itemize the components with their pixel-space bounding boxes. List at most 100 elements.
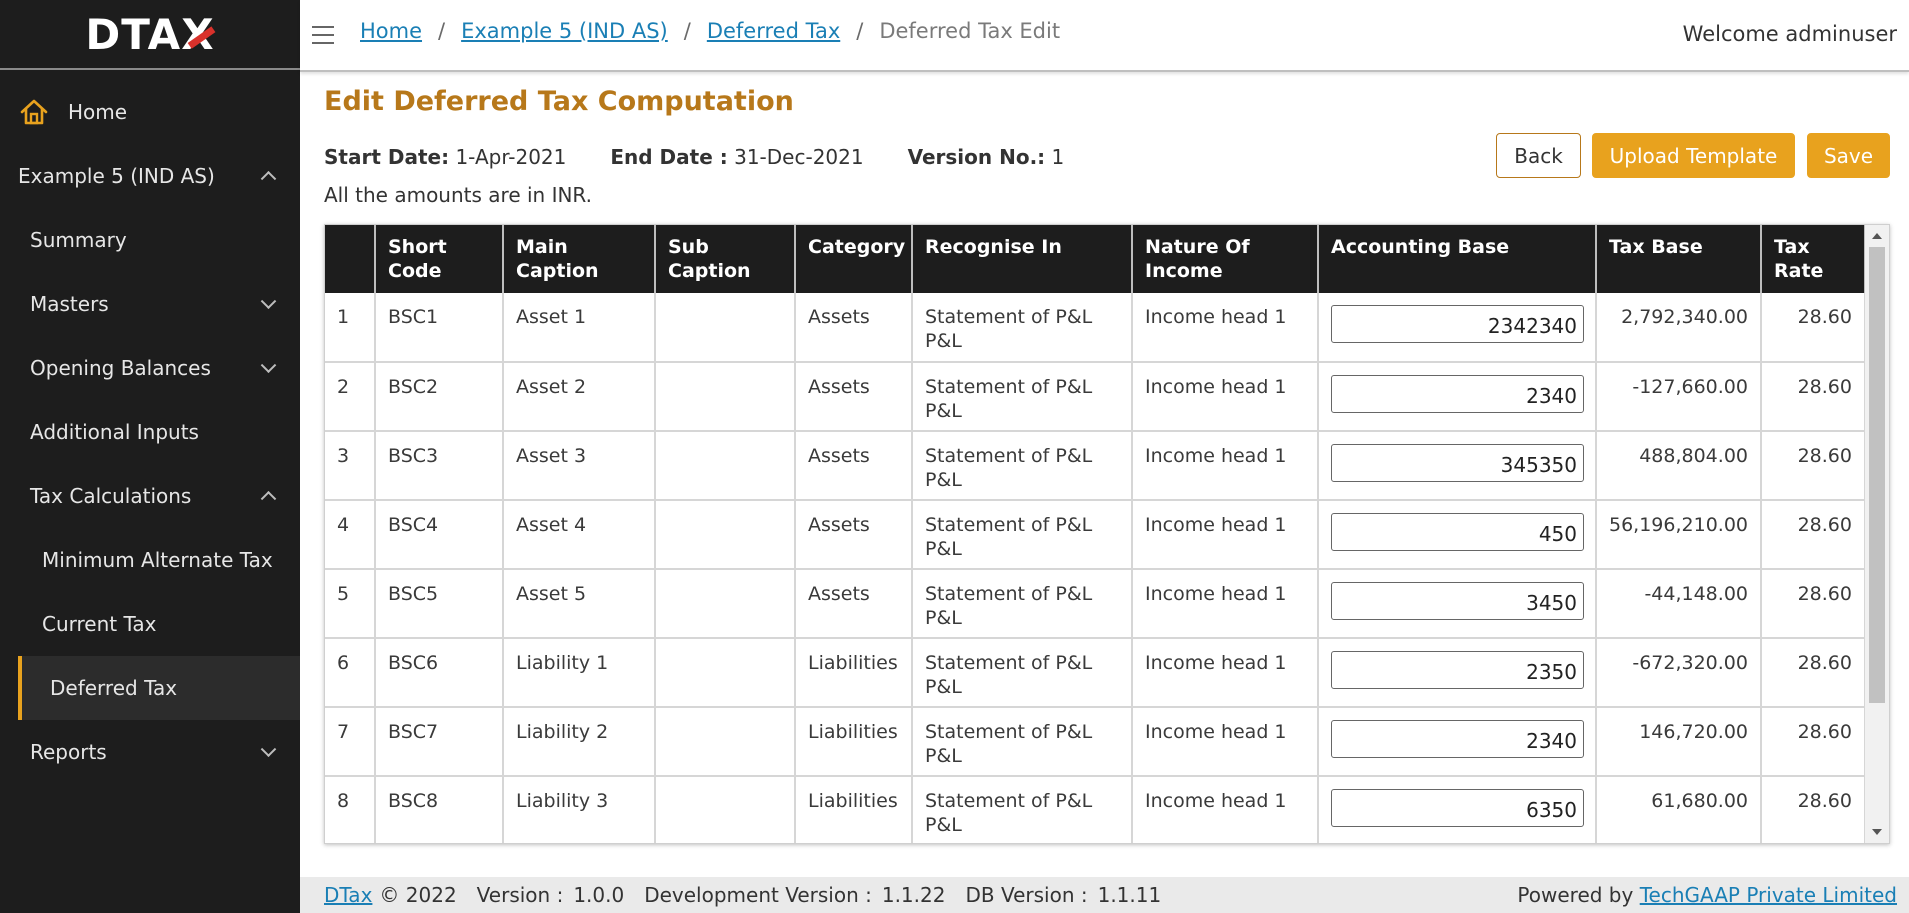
sidebar: DTAX Home Example 5 (IND AS) Summary Mas… bbox=[0, 0, 300, 913]
upload-template-button[interactable]: Upload Template bbox=[1592, 133, 1795, 178]
table-row: 8 BSC8 Liability 3 Liabilities Statement of … bbox=[325, 776, 1866, 843]
breadcrumb: Home / Example 5 (IND AS) / Deferred Tax… bbox=[360, 19, 1060, 43]
accounting-base-input[interactable] bbox=[1331, 444, 1584, 482]
breadcrumb-separator: / bbox=[438, 19, 446, 43]
accounting-base-input[interactable] bbox=[1331, 789, 1584, 827]
sidebar-item-minimum-alternate-tax[interactable]: Minimum Alternate Tax bbox=[0, 528, 300, 592]
chevron-down-icon bbox=[260, 357, 277, 374]
tax-base-cell: 56,196,210.00 bbox=[1596, 500, 1762, 570]
logo[interactable]: DTAX bbox=[85, 10, 214, 59]
accounting-base-cell bbox=[1318, 362, 1597, 432]
accounting-base-input[interactable] bbox=[1331, 720, 1584, 758]
tax-base-cell: -44,148.00 bbox=[1596, 569, 1762, 639]
row-index-cell: 7 bbox=[325, 707, 376, 777]
sub-caption-cell bbox=[655, 638, 796, 708]
back-button[interactable]: Back bbox=[1496, 133, 1581, 178]
table-scrollbar[interactable] bbox=[1865, 225, 1889, 843]
scroll-down-icon[interactable] bbox=[1872, 829, 1882, 835]
sidebar-item-reports[interactable]: Reports bbox=[0, 720, 300, 784]
row-index-cell: 2 bbox=[325, 362, 376, 432]
chevron-up-icon bbox=[260, 170, 277, 187]
recognise-in-cell: Statement of P&L P&L bbox=[912, 569, 1133, 639]
nature-of-income-cell: Income head 1 bbox=[1132, 569, 1319, 639]
accounting-base-cell bbox=[1318, 638, 1597, 708]
main-caption-cell: Liability 3 bbox=[503, 776, 656, 843]
sidebar-item-label: Example 5 (IND AS) bbox=[18, 164, 215, 188]
footer-brand-link[interactable]: DTax bbox=[324, 883, 372, 907]
tax-rate-cell: 28.60 bbox=[1761, 431, 1866, 501]
company-link[interactable]: TechGAAP Private Limited bbox=[1640, 883, 1897, 907]
table-row: 1 BSC1 Asset 1 Assets Statement of P&L P&L In… bbox=[325, 293, 1866, 363]
chevron-up-icon bbox=[260, 490, 277, 507]
end-date-value: 31-Dec-2021 bbox=[734, 145, 864, 169]
short-code-cell: BSC2 bbox=[375, 362, 504, 432]
recognise-in-cell: Statement of P&L P&L bbox=[912, 638, 1133, 708]
column-header-main-caption: Main Caption bbox=[503, 225, 656, 293]
table-row: 5 BSC5 Asset 5 Assets Statement of P&L P&L In… bbox=[325, 569, 1866, 639]
sidebar-item-home[interactable]: Home bbox=[0, 80, 300, 144]
column-header-nature-of-income: Nature Of Income bbox=[1132, 225, 1319, 293]
hamburger-icon[interactable] bbox=[312, 26, 334, 44]
sidebar-item-masters[interactable]: Masters bbox=[0, 272, 300, 336]
sub-caption-cell bbox=[655, 293, 796, 363]
start-date-label: Start Date: bbox=[324, 145, 450, 169]
end-date-label: End Date : bbox=[610, 145, 728, 169]
sidebar-item-deferred-tax[interactable]: Deferred Tax bbox=[18, 656, 300, 720]
column-header-tax-base: Tax Base bbox=[1596, 225, 1762, 293]
sidebar-item-tax-calculations[interactable]: Tax Calculations bbox=[0, 464, 300, 528]
row-index-cell: 4 bbox=[325, 500, 376, 570]
accounting-base-cell bbox=[1318, 431, 1597, 501]
table-row: 6 BSC6 Liability 1 Liabilities Statement of … bbox=[325, 638, 1866, 708]
sidebar-item-summary[interactable]: Summary bbox=[0, 208, 300, 272]
column-header-short-code: Short Code bbox=[375, 225, 504, 293]
sidebar-item-additional-inputs[interactable]: Additional Inputs bbox=[0, 400, 300, 464]
accounting-base-input[interactable] bbox=[1331, 582, 1584, 620]
footer-version-label: Version : bbox=[476, 883, 564, 907]
sidebar-item-current-tax[interactable]: Current Tax bbox=[0, 592, 300, 656]
tax-base-cell: 2,792,340.00 bbox=[1596, 293, 1762, 363]
accounting-base-cell bbox=[1318, 707, 1597, 777]
column-header-sub-caption: Sub Caption bbox=[655, 225, 796, 293]
column-header-accounting-base: Accounting Base bbox=[1318, 225, 1597, 293]
tax-rate-cell: 28.60 bbox=[1761, 362, 1866, 432]
sidebar-item-opening-balances[interactable]: Opening Balances bbox=[0, 336, 300, 400]
short-code-cell: BSC3 bbox=[375, 431, 504, 501]
save-button[interactable]: Save bbox=[1807, 133, 1890, 178]
computation-meta: Start Date: 1-Apr-2021 End Date : 31-Dec… bbox=[324, 145, 1108, 169]
nature-of-income-cell: Income head 1 bbox=[1132, 776, 1319, 843]
column-header-category: Category bbox=[795, 225, 913, 293]
welcome-text: Welcome adminuser bbox=[1682, 22, 1897, 46]
sidebar-item-label: Minimum Alternate Tax bbox=[42, 548, 273, 572]
recognise-in-cell: Statement of P&L P&L bbox=[912, 362, 1133, 432]
page-title: Edit Deferred Tax Computation bbox=[324, 86, 794, 117]
category-cell: Assets bbox=[795, 362, 913, 432]
sidebar-item-project[interactable]: Example 5 (IND AS) bbox=[0, 144, 300, 208]
breadcrumb-deferred-tax[interactable]: Deferred Tax bbox=[707, 19, 840, 43]
breadcrumb-project[interactable]: Example 5 (IND AS) bbox=[461, 19, 668, 43]
sub-caption-cell bbox=[655, 362, 796, 432]
footer-copyright: © 2022 bbox=[379, 883, 457, 907]
accounting-base-input[interactable] bbox=[1331, 375, 1584, 413]
accounting-base-input[interactable] bbox=[1331, 513, 1584, 551]
scrollbar-thumb[interactable] bbox=[1869, 247, 1885, 703]
nature-of-income-cell: Income head 1 bbox=[1132, 293, 1319, 363]
column-header-index bbox=[325, 225, 376, 293]
sidebar-item-label: Reports bbox=[30, 740, 107, 764]
table-row: 3 BSC3 Asset 3 Assets Statement of P&L P&L In… bbox=[325, 431, 1866, 501]
category-cell: Assets bbox=[795, 431, 913, 501]
start-date: Start Date: 1-Apr-2021 bbox=[324, 145, 566, 169]
footer: DTax © 2022 Version : 1.0.0 Development … bbox=[300, 877, 1909, 913]
tax-base-cell: -127,660.00 bbox=[1596, 362, 1762, 432]
sidebar-item-label: Current Tax bbox=[42, 612, 157, 636]
accounting-base-input[interactable] bbox=[1331, 305, 1584, 343]
row-index-cell: 8 bbox=[325, 776, 376, 843]
breadcrumb-home[interactable]: Home bbox=[360, 19, 422, 43]
scroll-up-icon[interactable] bbox=[1872, 233, 1882, 239]
recognise-in-cell: Statement of P&L P&L bbox=[912, 431, 1133, 501]
sidebar-item-label: Summary bbox=[30, 228, 127, 252]
nature-of-income-cell: Income head 1 bbox=[1132, 500, 1319, 570]
end-date: End Date : 31-Dec-2021 bbox=[610, 145, 863, 169]
accounting-base-input[interactable] bbox=[1331, 651, 1584, 689]
main-caption-cell: Asset 5 bbox=[503, 569, 656, 639]
category-cell: Assets bbox=[795, 500, 913, 570]
